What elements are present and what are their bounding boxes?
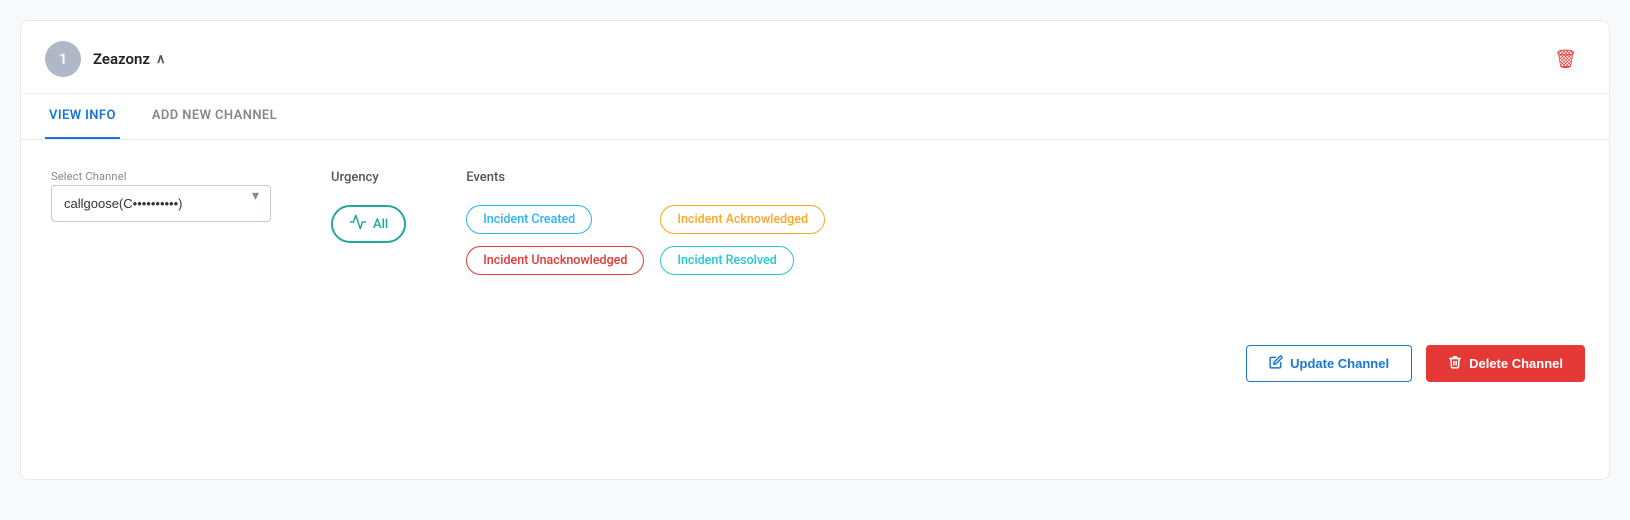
select-channel-label: Select Channel (51, 170, 271, 183)
urgency-section: Urgency All (331, 170, 406, 243)
select-channel-wrapper: Select Channel callgoose(C••••••••••) ▾ (51, 170, 271, 222)
update-channel-button[interactable]: Update Channel (1246, 345, 1412, 382)
main-card: 1 Zeazonz ∧ 🗑 VIEW INFO ADD NEW CHANNEL … (20, 20, 1610, 480)
tabs-row: VIEW INFO ADD NEW CHANNEL (21, 94, 1609, 140)
delete-channel-button[interactable]: Delete Channel (1426, 345, 1585, 382)
content-area: Select Channel callgoose(C••••••••••) ▾ … (21, 140, 1609, 295)
trash-icon: 🗑 (1554, 49, 1577, 69)
header-row: 1 Zeazonz ∧ 🗑 (21, 21, 1609, 94)
event-badge-incident-unacknowledged[interactable]: Incident Unacknowledged (466, 246, 644, 275)
event-badge-incident-created[interactable]: Incident Created (466, 205, 592, 234)
tab-view-info[interactable]: VIEW INFO (45, 94, 120, 139)
events-section: Events Incident Created Incident Acknowl… (466, 170, 825, 275)
urgency-icon (349, 213, 367, 235)
service-name: Zeazonz ∧ (93, 50, 166, 68)
events-grid: Incident Created Incident Acknowledged I… (466, 205, 825, 275)
event-badge-incident-acknowledged[interactable]: Incident Acknowledged (660, 205, 825, 234)
header-left: 1 Zeazonz ∧ (45, 41, 166, 77)
trash-icon-btn (1448, 355, 1462, 372)
event-badge-incident-resolved[interactable]: Incident Resolved (660, 246, 793, 275)
footer-actions: Update Channel Delete Channel (21, 315, 1609, 402)
header-delete-button[interactable]: 🗑 (1546, 45, 1585, 74)
fields-row: Select Channel callgoose(C••••••••••) ▾ … (51, 170, 1579, 275)
pencil-icon (1269, 355, 1283, 372)
urgency-badge-label: All (373, 217, 388, 232)
select-channel-dropdown[interactable]: callgoose(C••••••••••) (51, 185, 271, 222)
events-label: Events (466, 170, 825, 185)
chevron-icon: ∧ (156, 52, 166, 67)
tab-add-new-channel[interactable]: ADD NEW CHANNEL (148, 94, 281, 139)
urgency-badge[interactable]: All (331, 205, 406, 243)
urgency-label: Urgency (331, 170, 406, 185)
avatar: 1 (45, 41, 81, 77)
channel-field-group: Select Channel callgoose(C••••••••••) ▾ (51, 170, 271, 222)
